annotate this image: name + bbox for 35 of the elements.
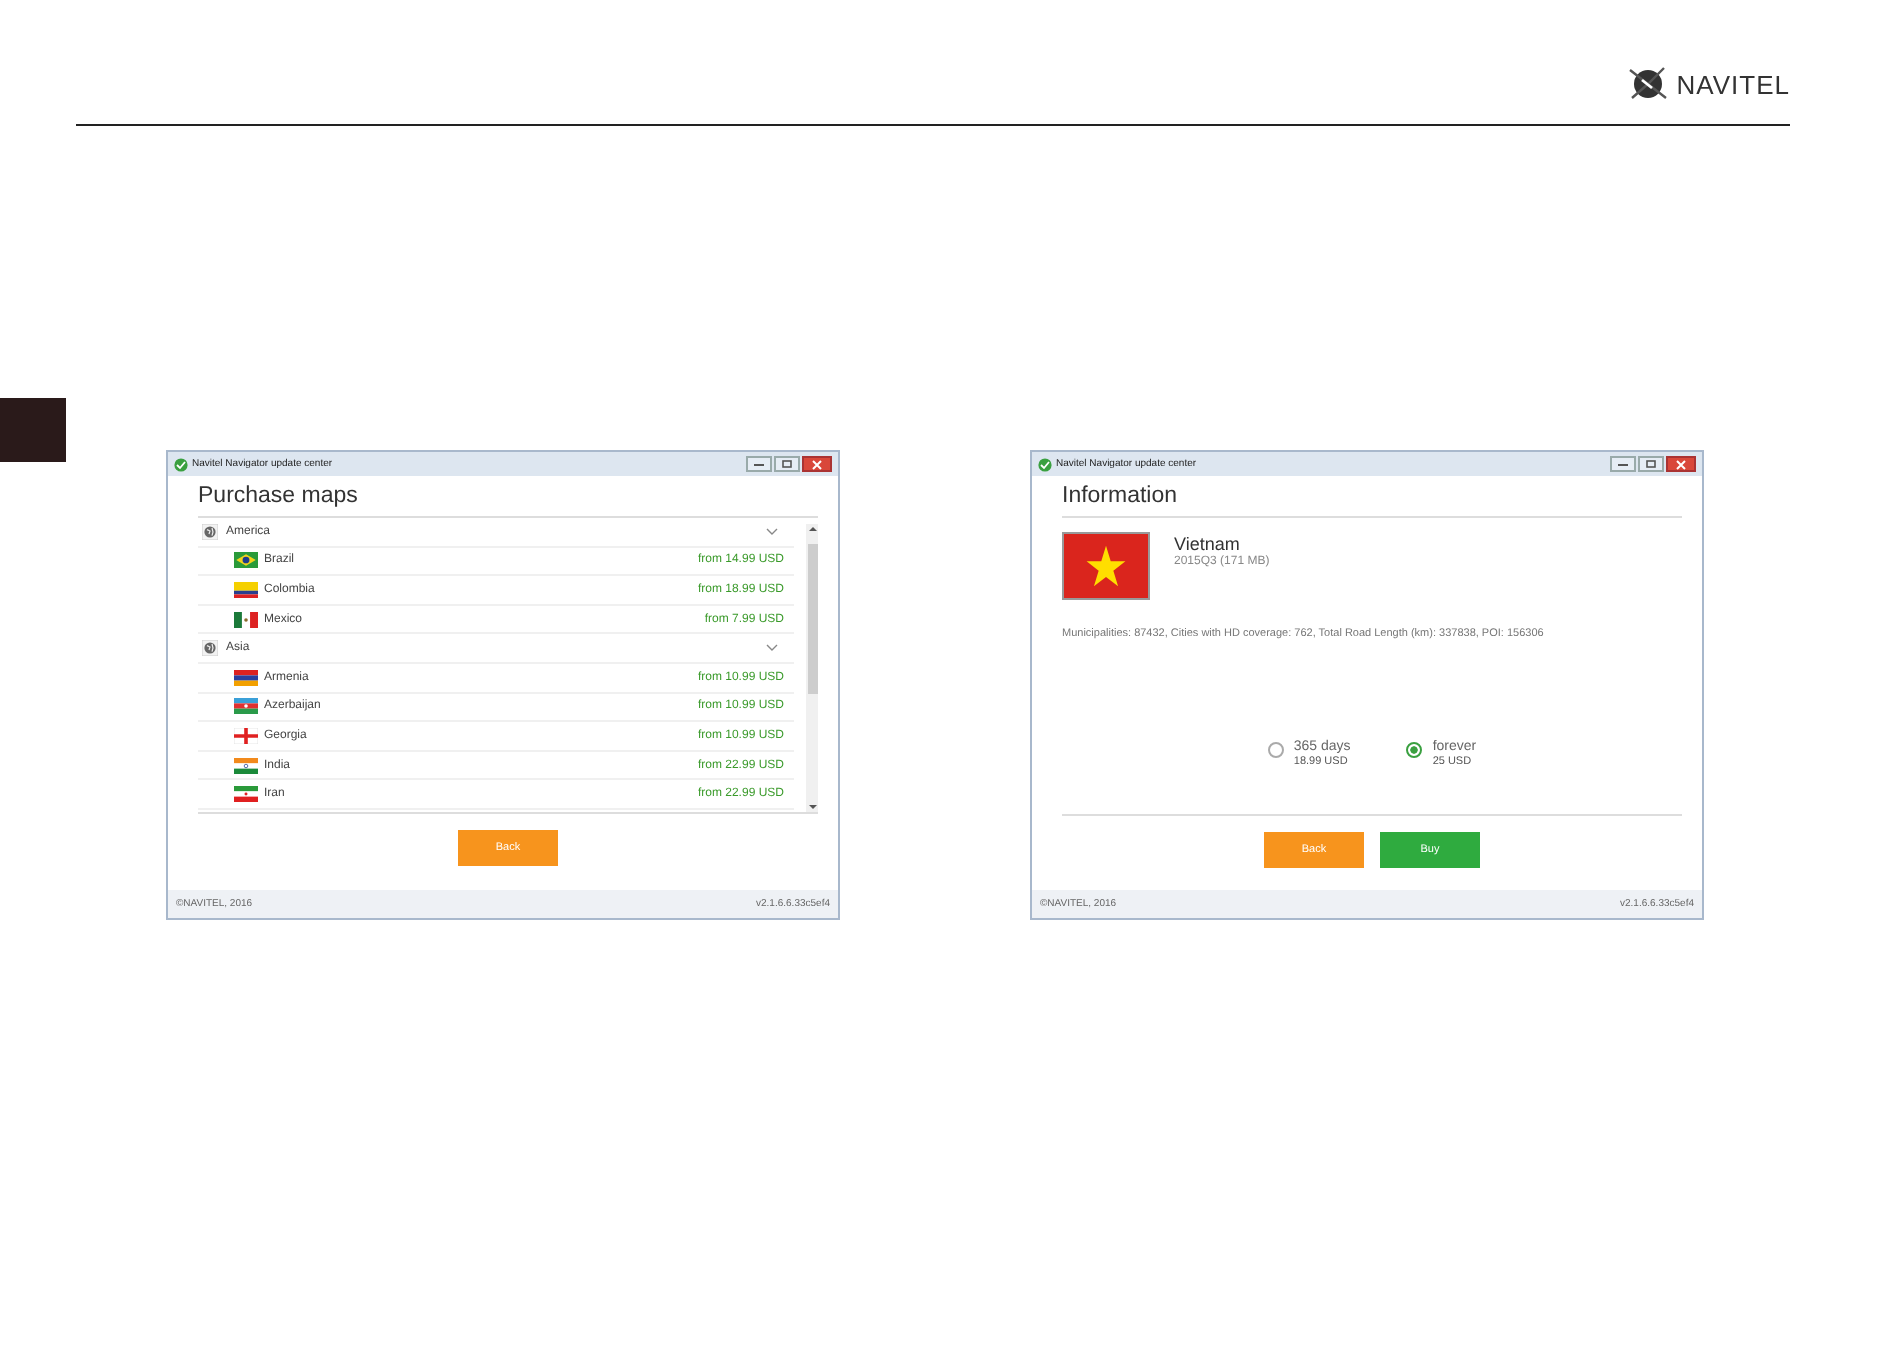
maximize-icon <box>782 460 792 468</box>
minimize-icon <box>754 461 764 467</box>
maximize-button[interactable] <box>1638 456 1664 472</box>
close-icon <box>812 459 822 469</box>
globe-icon <box>202 523 218 540</box>
close-button[interactable] <box>1666 456 1696 472</box>
close-button[interactable] <box>802 456 832 472</box>
app-icon <box>1038 457 1052 471</box>
radio-button[interactable] <box>1267 742 1284 758</box>
close-icon <box>1676 459 1686 469</box>
radio-button[interactable] <box>1406 742 1423 758</box>
flag-icon <box>234 786 258 803</box>
minimize-button[interactable] <box>1610 456 1636 472</box>
flag-icon <box>234 581 258 598</box>
country-name: Vietnam <box>1174 534 1242 554</box>
flag-icon <box>234 727 258 744</box>
page-heading: Purchase maps <box>198 482 360 512</box>
maximize-icon <box>1646 460 1656 468</box>
globe-icon <box>202 640 218 657</box>
app-icon <box>174 457 188 471</box>
scroll-thumb[interactable] <box>807 544 817 694</box>
flag-icon <box>234 611 258 628</box>
flag-icon <box>234 757 258 774</box>
maximize-button[interactable] <box>774 456 800 472</box>
scrollbar[interactable] <box>806 524 818 812</box>
logo-text: NAVITEL <box>1676 69 1790 99</box>
scroll-up-icon <box>807 526 817 532</box>
minimize-button[interactable] <box>746 456 772 472</box>
flag-icon <box>234 698 258 715</box>
logo-icon <box>1626 64 1671 104</box>
flag-icon <box>234 552 258 569</box>
minimize-icon <box>1618 461 1628 467</box>
flag-icon <box>1062 532 1150 600</box>
flag-icon <box>234 669 258 686</box>
page-heading: Information <box>1062 482 1180 512</box>
